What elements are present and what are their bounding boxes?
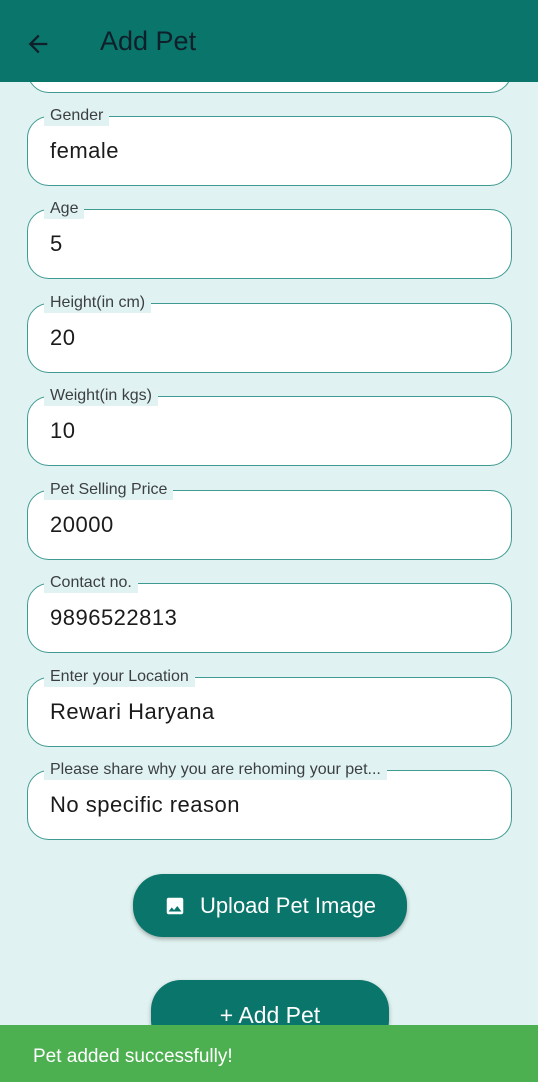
height-field[interactable]: Height(in cm) 20 [27, 293, 512, 373]
weight-value: 10 [50, 418, 76, 443]
location-field[interactable]: Enter your Location Rewari Haryana [27, 667, 512, 747]
back-button[interactable] [22, 28, 54, 60]
price-field[interactable]: Pet Selling Price 20000 [27, 480, 512, 560]
snackbar: Pet added successfully! [0, 1025, 538, 1082]
reason-field[interactable]: Please share why you are rehoming your p… [27, 760, 512, 840]
upload-button-label: Upload Pet Image [199, 892, 377, 918]
price-value: 20000 [50, 512, 114, 537]
arrow-left-icon [24, 30, 52, 58]
page-title: Add Pet [100, 26, 197, 56]
gender-value: female [50, 138, 120, 163]
age-value: 5 [50, 231, 63, 256]
contact-field[interactable]: Contact no. 9896522813 [27, 573, 512, 653]
gender-label: Gender [44, 106, 110, 126]
location-label: Enter your Location [44, 667, 195, 687]
age-label: Age [44, 199, 85, 219]
price-label: Pet Selling Price [44, 480, 174, 500]
height-label: Height(in cm) [44, 293, 152, 313]
upload-pet-image-button[interactable]: Upload Pet Image [133, 874, 407, 937]
gender-field[interactable]: Gender female [27, 106, 512, 186]
weight-label: Weight(in kgs) [44, 386, 158, 406]
age-field[interactable]: Age 5 [27, 199, 512, 279]
reason-value: No specific reason [50, 792, 240, 817]
contact-label: Contact no. [44, 573, 138, 593]
snackbar-message: Pet added successfully! [33, 1046, 233, 1067]
image-icon [164, 895, 186, 917]
weight-field[interactable]: Weight(in kgs) 10 [27, 386, 512, 466]
app-bar: Add Pet [0, 0, 538, 82]
height-value: 20 [50, 325, 76, 350]
contact-value: 9896522813 [50, 605, 178, 630]
location-value: Rewari Haryana [50, 699, 215, 724]
reason-label: Please share why you are rehoming your p… [44, 760, 387, 780]
